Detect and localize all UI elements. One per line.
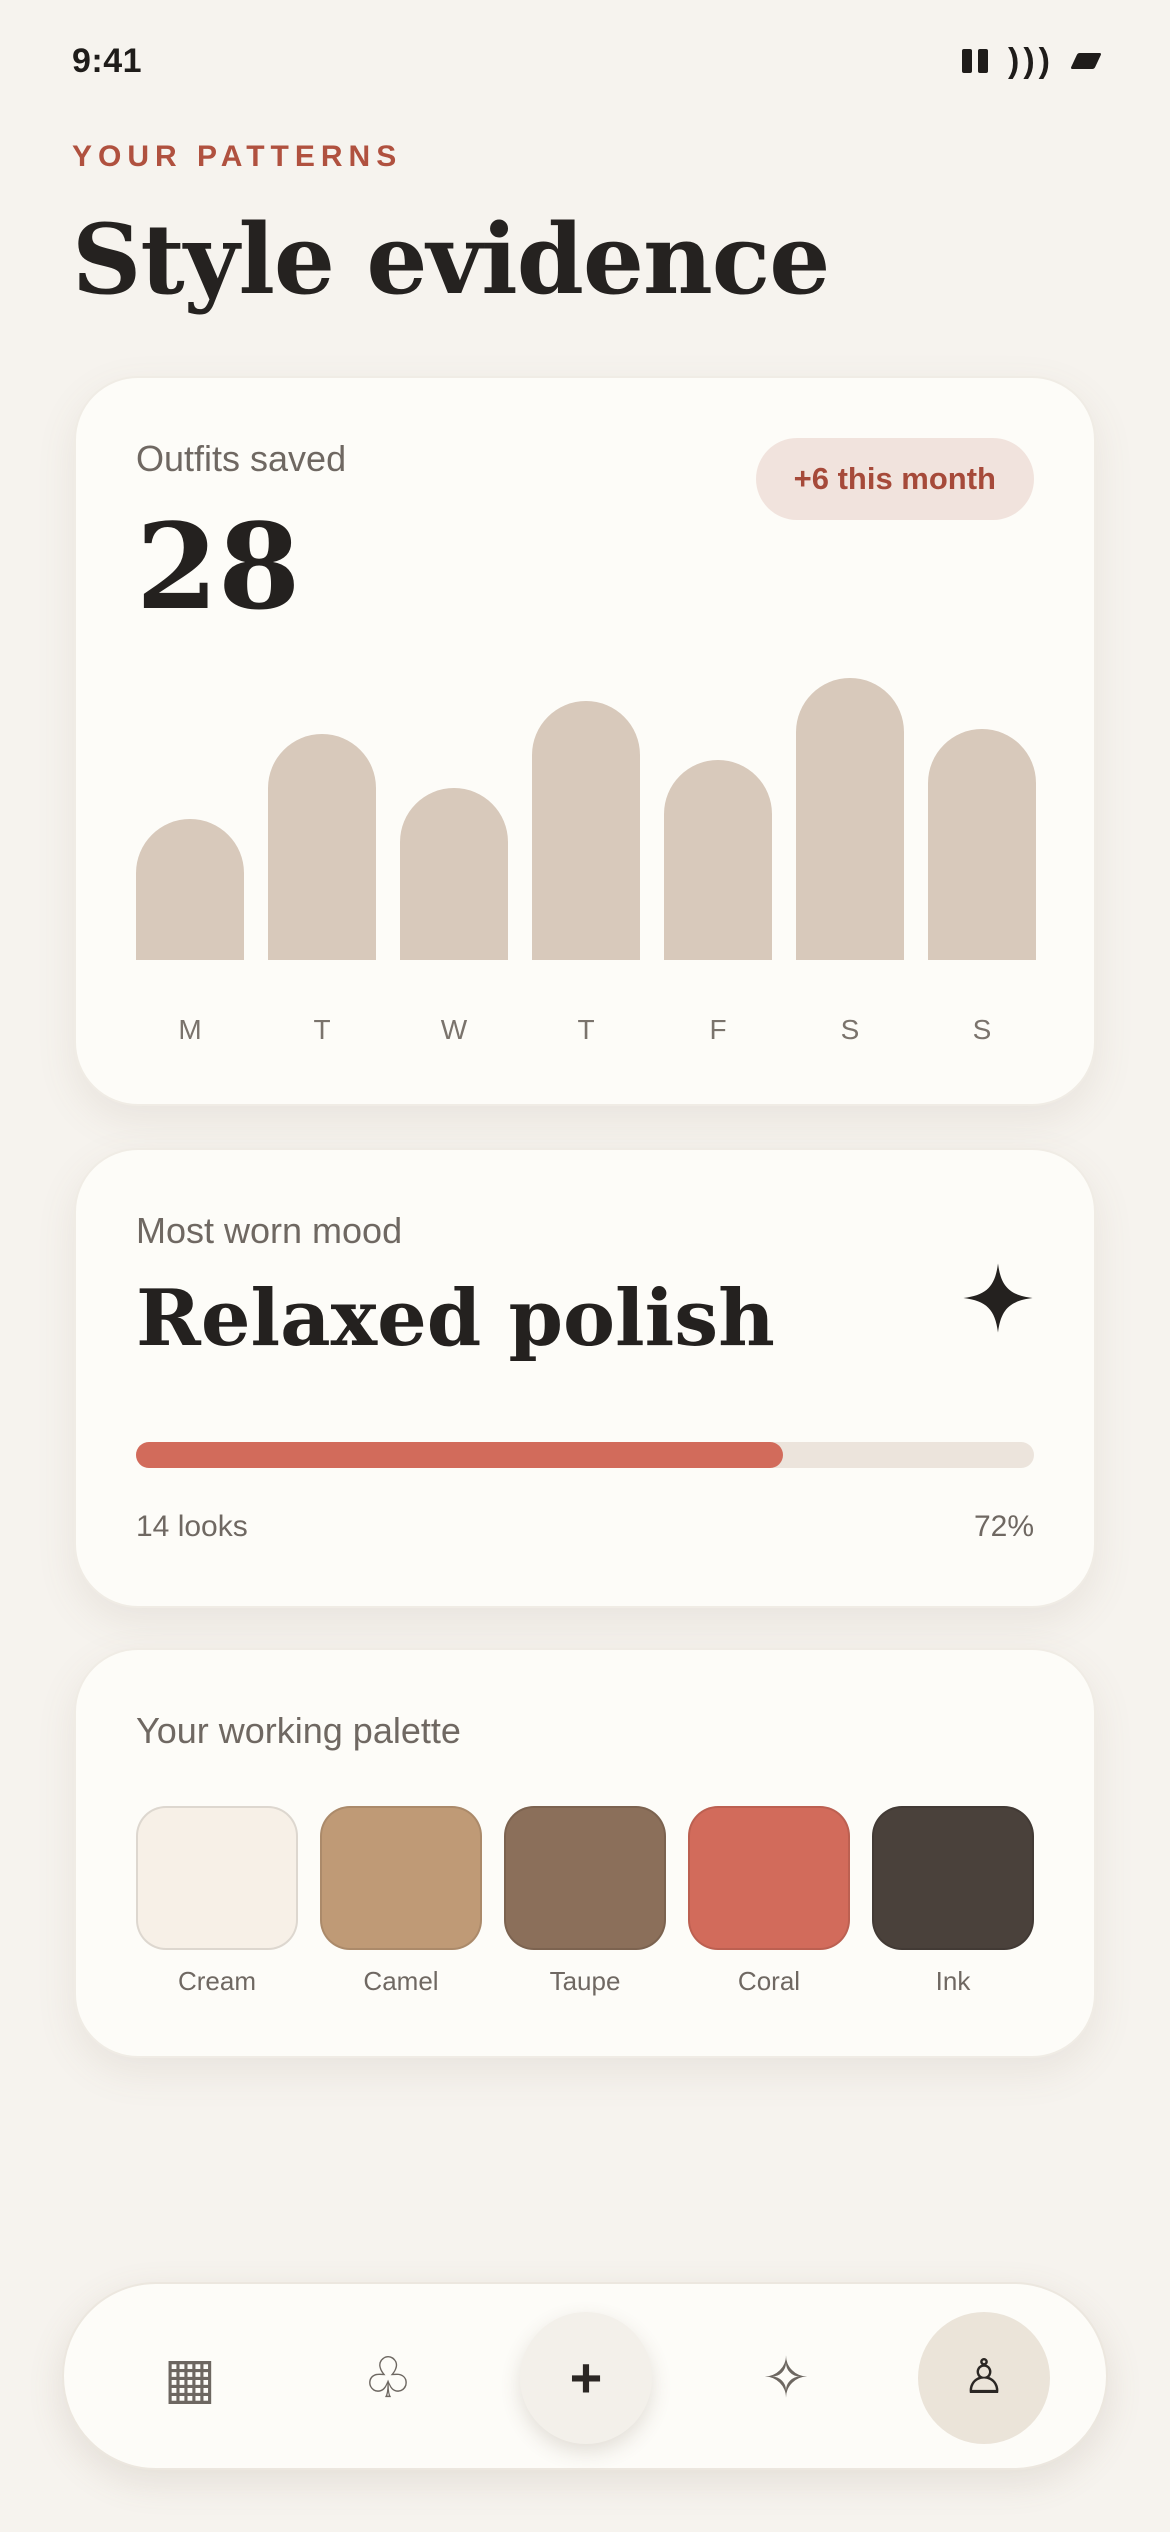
swatch-color xyxy=(872,1806,1034,1950)
weekday-label: W xyxy=(440,1014,468,1045)
mood-percent: 72% xyxy=(973,1510,1034,1543)
nav-grid-button[interactable]: ▦ xyxy=(124,2312,256,2444)
sparkle-icon xyxy=(963,1263,1033,1333)
swatch-coral[interactable]: Coral xyxy=(688,1806,850,1997)
swatch-color xyxy=(688,1806,850,1950)
page-title: Style evidence xyxy=(72,203,830,316)
status-icons: ))) xyxy=(962,42,1102,80)
swatch-label: Taupe xyxy=(549,1966,621,1996)
weekday-label: S xyxy=(840,1014,860,1045)
mood-progress-fill xyxy=(136,1442,783,1468)
screen: 9:41 ))) YOUR PATTERNS Style evidence Ou… xyxy=(0,0,1170,2532)
sparkle-outline-icon: ✧ xyxy=(762,2346,810,2409)
nav-profile-button[interactable]: ♙ xyxy=(918,2312,1050,2444)
swatch-cream[interactable]: Cream xyxy=(136,1806,298,1997)
mood-look-count: 14 looks xyxy=(136,1510,248,1543)
weekday-label: T xyxy=(577,1014,595,1045)
bar-1 xyxy=(268,734,376,960)
grid-icon: ▦ xyxy=(163,2346,217,2409)
swatch-color xyxy=(136,1806,298,1950)
outfits-count: 28 xyxy=(136,497,301,636)
swatch-color xyxy=(504,1806,666,1950)
swatch-taupe[interactable]: Taupe xyxy=(504,1806,666,1997)
bar-5 xyxy=(796,678,904,960)
signal-icon xyxy=(962,49,989,73)
most-worn-mood-card[interactable]: Most worn mood Relaxed polish 14 looks 7… xyxy=(74,1148,1096,1608)
outfits-saved-card[interactable]: Outfits saved 28 +6 this month M T W T F S S xyxy=(74,376,1096,1106)
outfits-saved-label: Outfits saved xyxy=(136,438,347,479)
weekday-label: F xyxy=(709,1014,727,1045)
wifi-icon: ))) xyxy=(1008,42,1054,80)
mood-name: Relaxed polish xyxy=(136,1273,775,1364)
club-icon: ♧ xyxy=(362,2346,414,2409)
profile-icon: ♙ xyxy=(962,2351,1006,2404)
battery-icon xyxy=(1070,53,1102,69)
section-eyebrow: YOUR PATTERNS xyxy=(72,140,403,173)
swatch-ink[interactable]: Ink xyxy=(872,1806,1034,1997)
nav-add-button[interactable]: + xyxy=(520,2312,652,2444)
swatch-camel[interactable]: Camel xyxy=(320,1806,482,1997)
status-time: 9:41 xyxy=(72,41,143,80)
most-worn-mood-label: Most worn mood xyxy=(136,1210,403,1251)
weekday-label: T xyxy=(313,1014,331,1045)
swatch-color xyxy=(320,1806,482,1950)
mood-progress-track xyxy=(136,1442,1034,1468)
bar-3 xyxy=(532,700,640,960)
palette-swatches: Cream Camel Taupe Coral Ink xyxy=(136,1806,1034,1997)
bar-6 xyxy=(928,728,1036,960)
swatch-label: Ink xyxy=(935,1966,971,1996)
bottom-nav: ▦ ♧ + ✧ ♙ xyxy=(62,2282,1108,2470)
status-bar: 9:41 ))) xyxy=(72,36,1102,86)
palette-label: Your working palette xyxy=(136,1710,461,1751)
nav-club-button[interactable]: ♧ xyxy=(322,2312,454,2444)
swatch-label: Coral xyxy=(737,1966,801,1996)
weekday-label: M xyxy=(178,1014,202,1045)
working-palette-card: Your working palette Cream Camel Taupe Cora… xyxy=(74,1648,1096,2058)
bar-2 xyxy=(400,787,508,960)
swatch-label: Camel xyxy=(363,1966,439,1996)
swatch-label: Cream xyxy=(177,1966,256,1996)
add-icon: + xyxy=(569,2346,603,2409)
bar-4 xyxy=(664,759,772,960)
nav-sparkle-outline-button[interactable]: ✧ xyxy=(720,2312,852,2444)
month-change-badge: +6 this month xyxy=(755,438,1034,520)
bar-0 xyxy=(136,819,244,960)
weekly-bar-chart xyxy=(136,678,1036,960)
weekday-label: S xyxy=(972,1014,992,1045)
